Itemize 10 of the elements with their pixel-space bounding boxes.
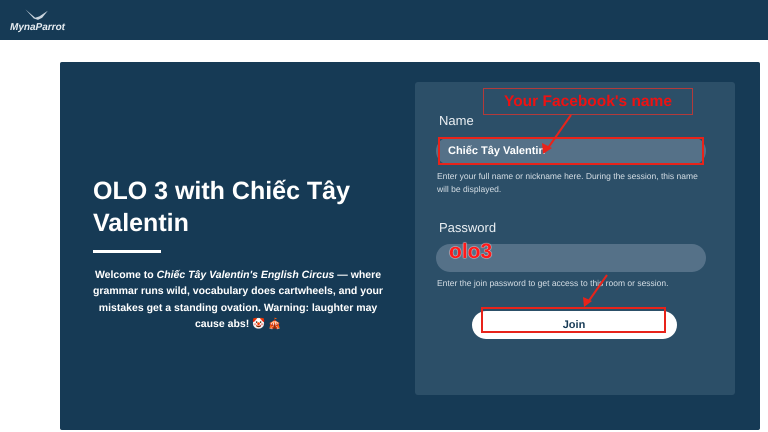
- room-title: OLO 3 with Chiếc Tây Valentin: [93, 176, 351, 240]
- annotation-callout: Your Facebook's name: [483, 88, 693, 115]
- password-label: Password: [439, 220, 498, 234]
- annotation-text: olo3: [449, 240, 492, 264]
- welcome-text: Welcome to Chiếc Tây Valentin's English Circus — where grammar runs wild, vocabulary does cartwheels, and your mistakes get a standing ovation. Warning: laughter may cause abs! 🤡 🎪: [93, 268, 383, 332]
- name-help-text: Enter your full name or nickname here. During the session, this name will be displayed.: [437, 170, 699, 196]
- logo-text[interactable]: MynaParrot: [10, 22, 66, 32]
- join-button[interactable]: Join: [472, 311, 676, 340]
- password-field[interactable]: [436, 244, 706, 272]
- name-label: Name: [439, 113, 475, 128]
